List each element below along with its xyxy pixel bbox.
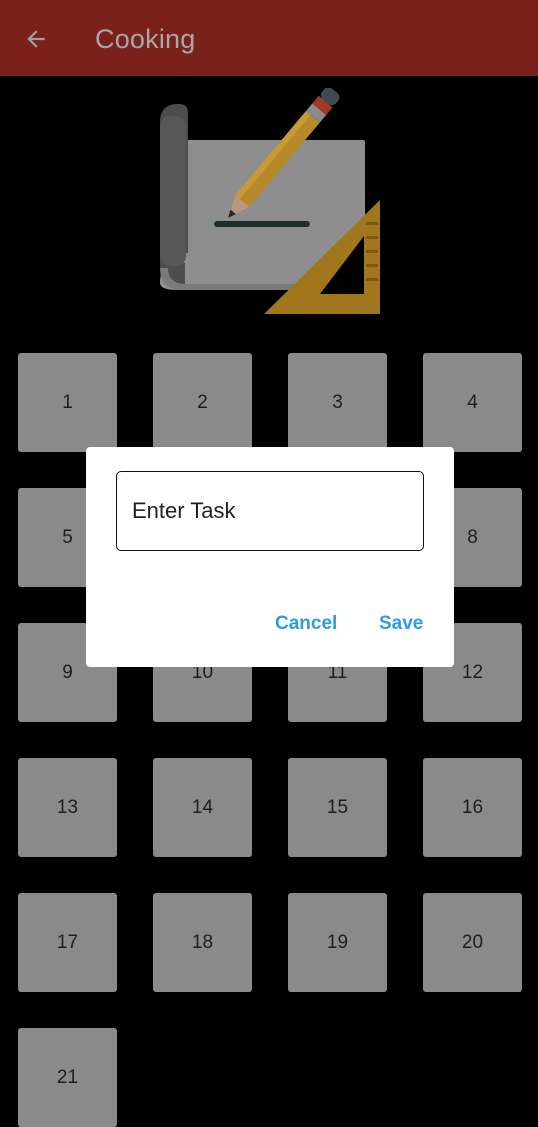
grid-tile-20[interactable]: 20 [423, 893, 522, 992]
task-dialog: Cancel Save [86, 447, 454, 667]
task-input[interactable] [116, 471, 424, 551]
grid-tile-21[interactable]: 21 [18, 1028, 117, 1127]
save-button[interactable]: Save [379, 609, 423, 639]
grid-tile-17[interactable]: 17 [18, 893, 117, 992]
grid-tile-13[interactable]: 13 [18, 758, 117, 857]
blueprint-pencil-ruler-icon [160, 88, 380, 314]
page-title: Cooking [95, 24, 196, 54]
grid-tile-19[interactable]: 19 [288, 893, 387, 992]
back-button[interactable] [18, 21, 54, 57]
grid-tile-3[interactable]: 3 [288, 353, 387, 452]
grid-tile-2[interactable]: 2 [153, 353, 252, 452]
grid-tile-18[interactable]: 18 [153, 893, 252, 992]
grid-tile-14[interactable]: 14 [153, 758, 252, 857]
grid-tile-1[interactable]: 1 [18, 353, 117, 452]
grid-tile-16[interactable]: 16 [423, 758, 522, 857]
cancel-button[interactable]: Cancel [275, 609, 337, 639]
grid-tile-15[interactable]: 15 [288, 758, 387, 857]
arrow-left-icon [27, 30, 45, 48]
grid-tile-4[interactable]: 4 [423, 353, 522, 452]
app-bar: Cooking [0, 0, 538, 76]
